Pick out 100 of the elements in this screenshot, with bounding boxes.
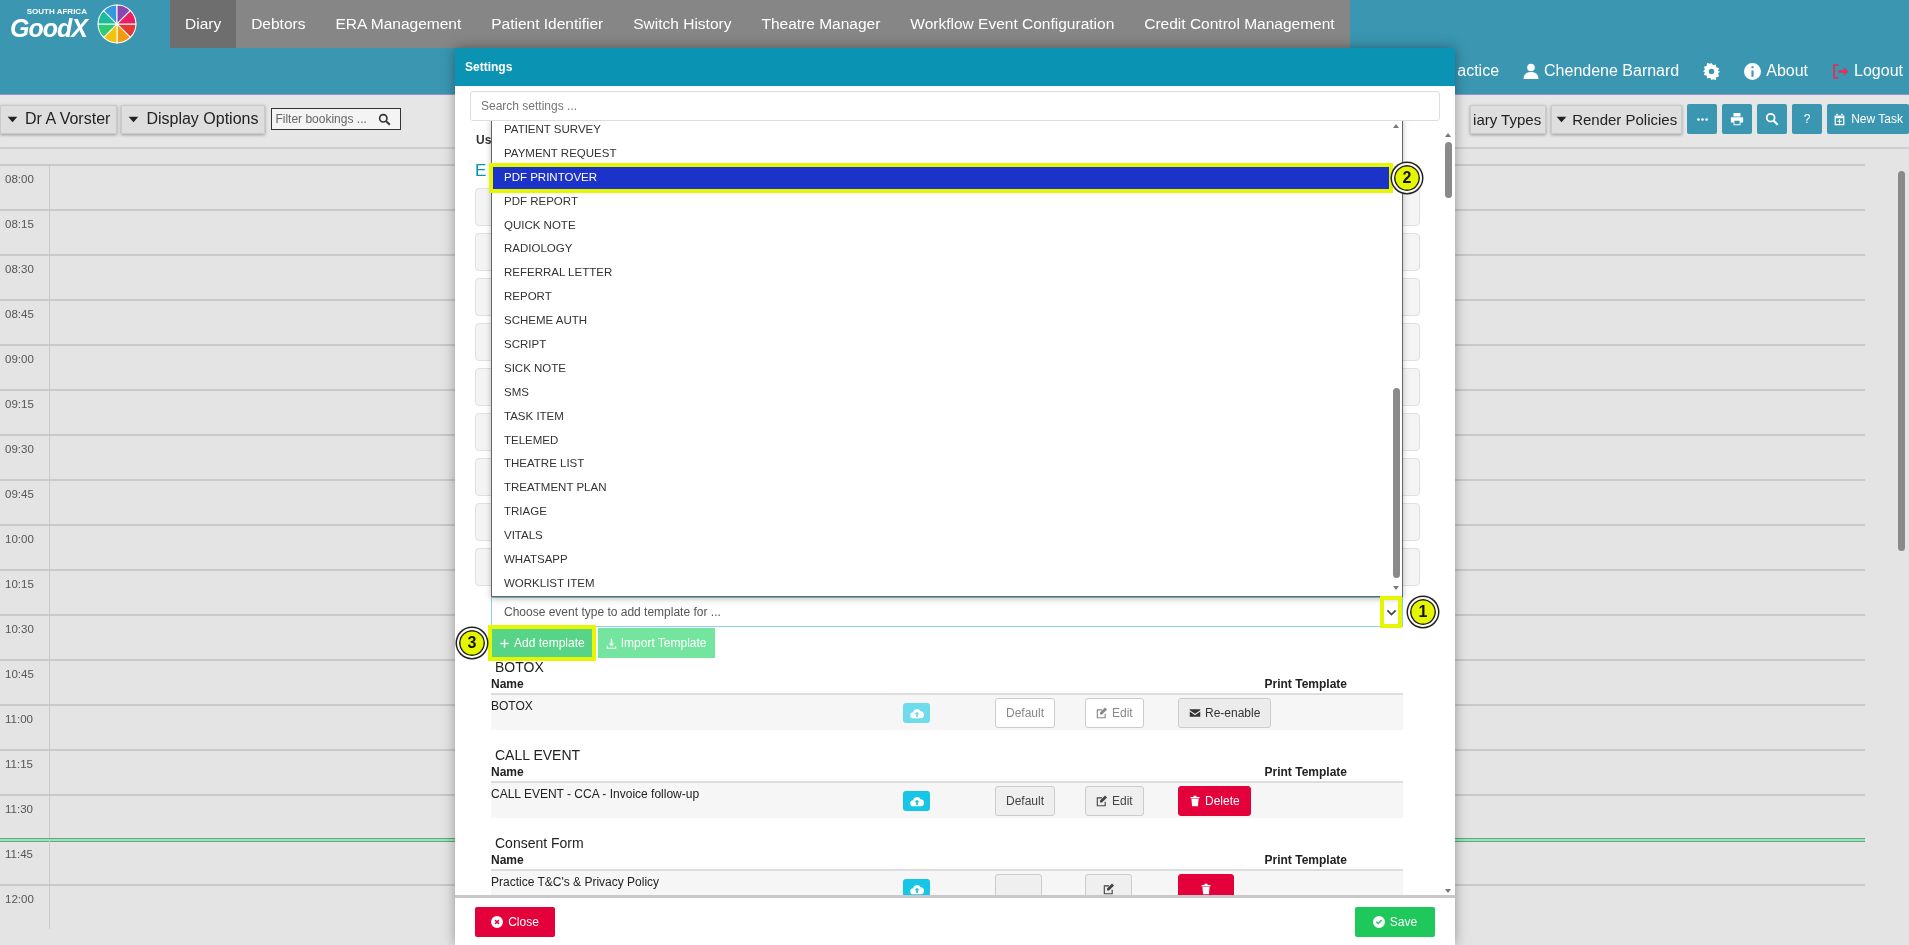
time-label: 09:15	[5, 398, 34, 410]
event-type-option[interactable]: SCRIPT	[492, 333, 1390, 357]
search-button[interactable]	[1757, 104, 1788, 134]
section-title: Consent Form	[494, 835, 584, 851]
time-label: 11:30	[5, 803, 33, 815]
modal-title: Settings	[465, 60, 513, 74]
dropdown-button[interactable]: Dr A Vorster	[0, 104, 118, 134]
column-header: Name	[491, 677, 524, 691]
nav-tab[interactable]: Credit Control Management	[1129, 0, 1350, 48]
scrollbar[interactable]	[1444, 142, 1452, 198]
time-label: 09:30	[5, 443, 34, 455]
delete-button[interactable]: Delete	[1178, 785, 1251, 816]
search-field[interactable]: Search settings ...	[470, 91, 1440, 121]
time-label: 08:45	[5, 308, 34, 320]
time-label: 08:00	[5, 173, 34, 185]
time-label: 12:00	[5, 893, 34, 905]
event-type-option[interactable]: VITALS	[492, 524, 1390, 549]
event-type-option[interactable]: PATIENT SURVEY	[492, 121, 1390, 142]
wheel-logo-icon	[96, 4, 137, 44]
event-type-option[interactable]: TASK ITEM	[492, 404, 1390, 429]
scroll-up-icon	[1444, 131, 1452, 139]
event-type-option[interactable]: SCHEME AUTH	[492, 309, 1390, 333]
time-label: 09:45	[5, 488, 34, 500]
download-icon	[605, 637, 617, 649]
event-type-option[interactable]: RADIOLOGY	[492, 237, 1390, 262]
event-type-option[interactable]: REPORT	[492, 285, 1390, 310]
user-icon	[1523, 63, 1540, 79]
step-marker: 2	[1392, 162, 1422, 193]
event-type-option[interactable]: WORKLIST ITEM	[492, 571, 1390, 596]
event-type-option[interactable]: QUICK NOTE	[492, 213, 1390, 238]
time-label: 08:15	[5, 218, 34, 230]
calendar-plus-icon	[1833, 112, 1847, 126]
event-type-option[interactable]: SMS	[492, 380, 1390, 405]
edit-button[interactable]: Edit	[1085, 785, 1144, 816]
envelope-icon	[1189, 706, 1201, 719]
default-button[interactable]: Default	[995, 785, 1056, 816]
template-name: Practice T&C's & Privacy Policy	[491, 874, 661, 889]
column-header: Print Template	[1264, 677, 1347, 691]
nav-tab[interactable]: ERA Management	[320, 0, 477, 48]
time-label: 10:45	[5, 668, 34, 680]
column-header: Name	[491, 853, 524, 867]
dropdown-button[interactable]: Display Options	[121, 104, 266, 134]
column-header: Print Template	[1264, 765, 1347, 779]
close-icon	[491, 915, 504, 928]
nav-tab[interactable]: Workflow Event Configuration	[895, 0, 1130, 48]
event-type-option[interactable]: REFERRAL LETTER	[492, 261, 1390, 286]
event-type-option[interactable]: TRIAGE	[492, 500, 1390, 525]
edit-icon	[1096, 706, 1108, 719]
column-label: Us	[476, 133, 493, 147]
template-name: BOTOX	[491, 698, 534, 713]
event-type-option[interactable]: TREATMENT PLAN	[492, 476, 1390, 501]
close-button[interactable]: Close	[475, 906, 555, 937]
step-marker: 3	[457, 628, 487, 658]
time-label: 10:30	[5, 623, 34, 635]
step-marker: 1	[1408, 597, 1438, 627]
column-header: Name	[491, 765, 524, 779]
dropdown-button[interactable]: Render Policies	[1551, 104, 1683, 134]
nav-tab[interactable]: Debtors	[236, 0, 321, 48]
print-icon	[1730, 112, 1745, 126]
plus-icon	[499, 637, 510, 649]
search-icon	[378, 112, 392, 126]
nav-tab[interactable]: Theatre Manager	[746, 0, 896, 48]
time-label: 08:30	[5, 263, 34, 275]
template-name: CALL EVENT - CCA - Invoice follow-up	[491, 786, 701, 801]
scroll-down-icon	[1392, 584, 1400, 592]
time-label: 09:00	[5, 353, 34, 365]
filter-field[interactable]: Filter bookings ...	[271, 108, 402, 130]
upload-button[interactable]	[903, 878, 930, 895]
section-title: CALL EVENT	[494, 747, 581, 763]
search-icon	[1765, 112, 1780, 126]
nav-tab[interactable]: Patient Identifier	[476, 0, 619, 48]
time-label: 10:15	[5, 578, 34, 590]
scrollbar[interactable]	[1392, 388, 1400, 578]
scrollbar[interactable]	[1898, 171, 1905, 551]
section-title: BOTOX	[494, 659, 544, 675]
dropdown-button[interactable]: iary Types	[1470, 104, 1547, 134]
section-heading: E	[475, 161, 488, 181]
event-type-option[interactable]: TELEMED	[492, 428, 1390, 453]
nav-tab[interactable]: Diary	[170, 0, 237, 48]
trash-icon	[1189, 794, 1201, 807]
time-label: 10:00	[5, 533, 34, 545]
event-type-option[interactable]: SICK NOTE	[492, 356, 1390, 381]
print-button[interactable]	[1722, 104, 1753, 134]
edit-icon	[1096, 794, 1108, 807]
nav-tab[interactable]: Switch History	[618, 0, 747, 48]
logo-tagline: SOUTH AFRICA	[26, 7, 87, 16]
logo-wordmark: GoodX	[10, 15, 87, 41]
edit-button[interactable]	[1085, 873, 1132, 895]
delete-button[interactable]	[1178, 873, 1234, 895]
scroll-down-icon	[1444, 887, 1452, 895]
event-type-option[interactable]: WHATSAPP	[492, 548, 1390, 572]
trash-icon	[1200, 882, 1212, 895]
info-icon	[1744, 62, 1762, 80]
settings-icon	[1703, 62, 1721, 80]
edit-icon	[1102, 882, 1115, 895]
time-label: 11:45	[5, 848, 33, 860]
column-header: Print Template	[1264, 853, 1347, 867]
event-type-option[interactable]: THEATRE LIST	[492, 452, 1390, 477]
upload-button[interactable]	[903, 790, 930, 811]
more-button[interactable]	[1687, 104, 1718, 134]
